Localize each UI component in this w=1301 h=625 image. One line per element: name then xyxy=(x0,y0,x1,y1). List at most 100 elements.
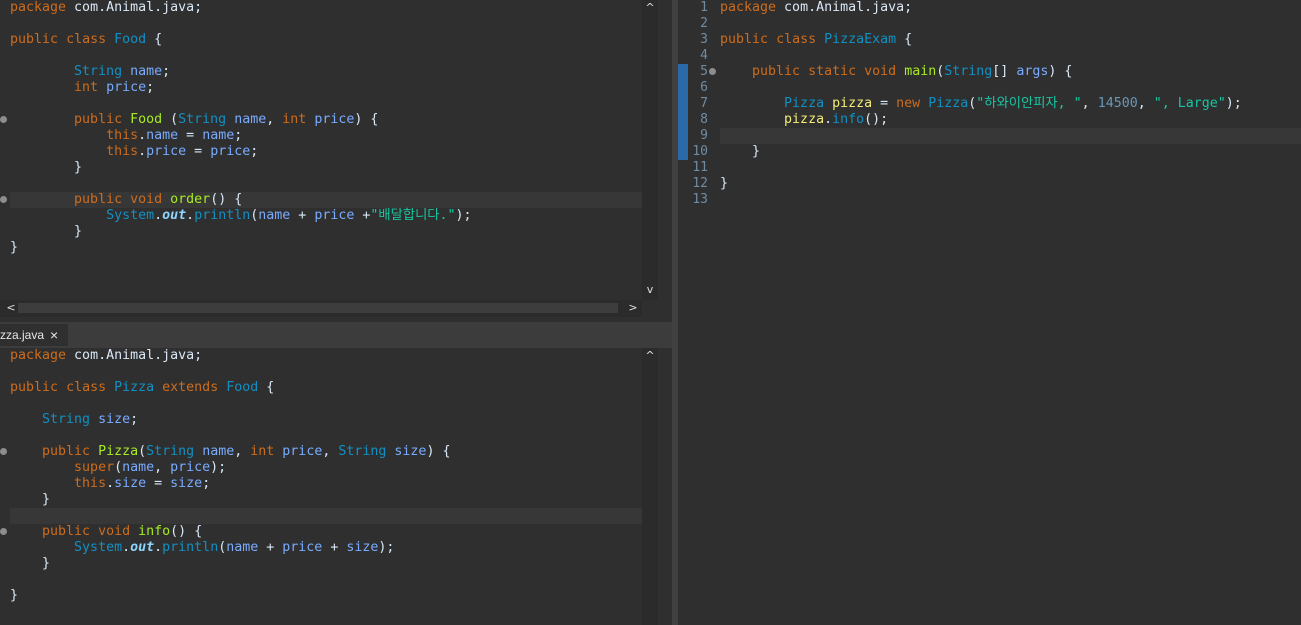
fold-marker-icon[interactable] xyxy=(0,196,7,203)
code-line[interactable]: } xyxy=(10,556,50,572)
code-line[interactable]: } xyxy=(10,240,18,256)
code-token: size xyxy=(170,476,203,491)
code-token: extends xyxy=(162,380,219,395)
code-token: . xyxy=(154,208,163,223)
code-token: ; xyxy=(202,476,211,491)
code-token: public xyxy=(42,524,91,539)
code-line[interactable]: package com.Animal.java; xyxy=(720,0,912,16)
code-token: pizza xyxy=(832,96,873,111)
code-token: ); xyxy=(210,460,227,475)
code-token: int xyxy=(282,112,307,127)
code-token: price xyxy=(210,144,251,159)
code-line[interactable]: } xyxy=(720,176,728,192)
code-token: ; xyxy=(250,144,259,159)
food-code-area[interactable]: package com.Animal.java; public class Foo… xyxy=(10,0,642,300)
horizontal-scrollbar[interactable]: < > xyxy=(0,300,642,317)
fold-marker-icon[interactable] xyxy=(0,448,7,455)
food-editor[interactable]: package com.Animal.java; public class Foo… xyxy=(0,0,658,317)
fold-marker-icon[interactable] xyxy=(0,116,7,123)
code-token: super xyxy=(74,460,115,475)
code-line[interactable]: public class PizzaExam { xyxy=(720,32,912,48)
code-line[interactable]: public void info() { xyxy=(10,524,202,540)
line-number: 2 xyxy=(700,16,708,31)
code-token: public xyxy=(10,380,59,395)
code-line[interactable]: String name; xyxy=(10,64,170,80)
code-token: com.Animal.java; xyxy=(776,0,913,15)
close-icon[interactable]: × xyxy=(50,324,58,346)
code-token: } xyxy=(10,240,19,255)
code-line[interactable]: public static void main(String[] args) { xyxy=(720,64,1072,80)
code-token: int xyxy=(250,444,275,459)
scrollbar-thumb[interactable] xyxy=(18,303,618,313)
code-line[interactable]: this.name = name; xyxy=(10,128,242,144)
code-line[interactable]: super(name, price); xyxy=(10,460,226,476)
scroll-up-icon[interactable]: ^ xyxy=(643,1,657,14)
code-line[interactable]: this.size = size; xyxy=(10,476,210,492)
code-line[interactable]: public class Pizza extends Food { xyxy=(10,380,274,396)
tab-label: zza.java xyxy=(0,328,45,342)
scroll-right-icon[interactable]: > xyxy=(626,301,640,314)
fold-marker-icon[interactable] xyxy=(0,528,7,535)
scroll-down-icon[interactable]: v xyxy=(643,283,657,296)
code-token: } xyxy=(10,224,83,239)
code-token: , xyxy=(154,460,171,475)
code-token: name xyxy=(130,64,163,79)
code-line[interactable]: } xyxy=(10,588,18,604)
code-token: () { xyxy=(170,524,203,539)
scroll-left-icon[interactable]: < xyxy=(4,301,18,314)
code-line[interactable]: pizza.info(); xyxy=(720,112,888,128)
pizza-editor[interactable]: package com.Animal.java; public class Piz… xyxy=(0,348,658,625)
code-line[interactable]: public Pizza(String name, int price, Str… xyxy=(10,444,450,460)
vertical-scrollbar[interactable]: ^ xyxy=(642,348,658,625)
code-line[interactable]: System.out.println(name + price + size); xyxy=(10,540,394,556)
code-token: public xyxy=(74,192,123,207)
code-line[interactable]: package com.Animal.java; xyxy=(10,348,202,364)
code-line[interactable]: } xyxy=(10,492,50,508)
pizzaexam-editor[interactable]: 1 2 3 4 5 6 7 8 9 10 11 12 13 package com.Animal.jav… xyxy=(678,0,1301,625)
code-line[interactable]: public void order() { xyxy=(10,192,242,208)
code-token: info xyxy=(832,112,865,127)
code-token: ( xyxy=(114,460,123,475)
code-line[interactable]: package com.Animal.java; xyxy=(10,0,202,16)
pizzaexam-code-area[interactable]: package com.Animal.java; public class Piz… xyxy=(720,0,1301,625)
code-line[interactable]: String size; xyxy=(10,412,138,428)
code-token: ) { xyxy=(1048,64,1073,79)
code-token: ); xyxy=(378,540,395,555)
code-token: [] xyxy=(992,64,1017,79)
code-line[interactable]: } xyxy=(10,224,82,240)
code-token: order xyxy=(170,192,211,207)
code-token: size xyxy=(394,444,427,459)
vertical-scrollbar[interactable]: ^ v xyxy=(642,0,658,300)
code-token: String xyxy=(42,412,91,427)
fold-marker-icon[interactable] xyxy=(709,68,716,75)
scroll-up-icon[interactable]: ^ xyxy=(643,349,657,362)
code-token: package xyxy=(10,348,67,363)
code-line[interactable]: public Food (String name, int price) { xyxy=(10,112,378,128)
code-token: name xyxy=(202,128,235,143)
tab-pizza-java[interactable]: zza.java × xyxy=(0,324,68,346)
code-token: price xyxy=(170,460,211,475)
code-line[interactable]: public class Food { xyxy=(10,32,162,48)
code-token: Food xyxy=(130,112,163,127)
code-line[interactable]: this.price = price; xyxy=(10,144,258,160)
code-token: { xyxy=(146,32,163,47)
code-line[interactable]: int price; xyxy=(10,80,154,96)
code-token: price xyxy=(146,144,187,159)
code-token: , xyxy=(1137,96,1154,111)
code-token: void xyxy=(98,524,131,539)
code-line[interactable]: System.out.println(name + price +"배달합니다.… xyxy=(10,208,471,224)
pizza-code-area[interactable]: package com.Animal.java; public class Piz… xyxy=(10,348,642,625)
code-line[interactable]: Pizza pizza = new Pizza("하와이안피자, ", 1450… xyxy=(720,96,1242,112)
code-line[interactable]: } xyxy=(720,144,760,160)
code-line[interactable]: } xyxy=(10,160,82,176)
code-token: size xyxy=(114,476,147,491)
